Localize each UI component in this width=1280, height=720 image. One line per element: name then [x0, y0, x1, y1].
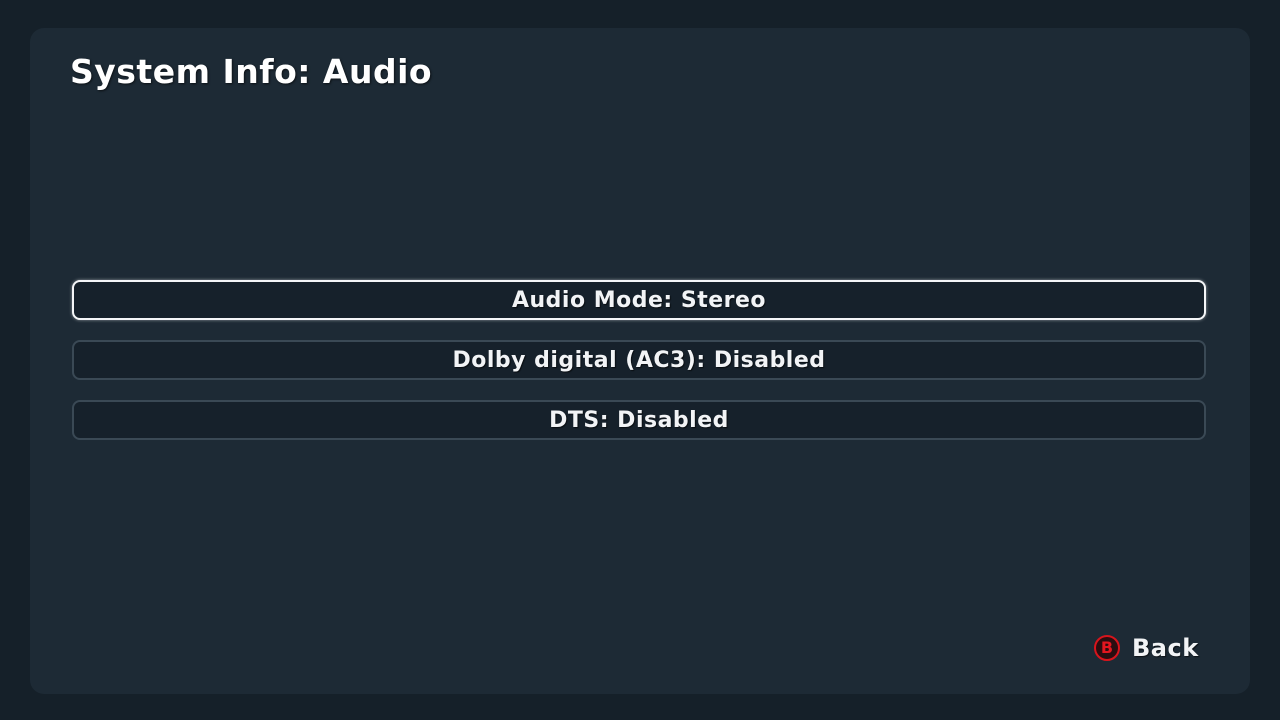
- back-label: Back: [1132, 634, 1199, 662]
- b-button-icon: B: [1094, 635, 1120, 661]
- page-title: System Info: Audio: [70, 52, 433, 91]
- menu-item-label: DTS: Disabled: [549, 407, 729, 433]
- back-button[interactable]: B Back: [1094, 632, 1199, 664]
- menu-item-dts[interactable]: DTS: Disabled: [72, 400, 1206, 440]
- menu-item-dolby-digital[interactable]: Dolby digital (AC3): Disabled: [72, 340, 1206, 380]
- menu-item-audio-mode[interactable]: Audio Mode: Stereo: [72, 280, 1206, 320]
- menu-item-label: Dolby digital (AC3): Disabled: [452, 347, 826, 373]
- screen-background: System Info: Audio Audio Mode: Stereo Do…: [0, 0, 1280, 720]
- menu-item-label: Audio Mode: Stereo: [511, 287, 767, 313]
